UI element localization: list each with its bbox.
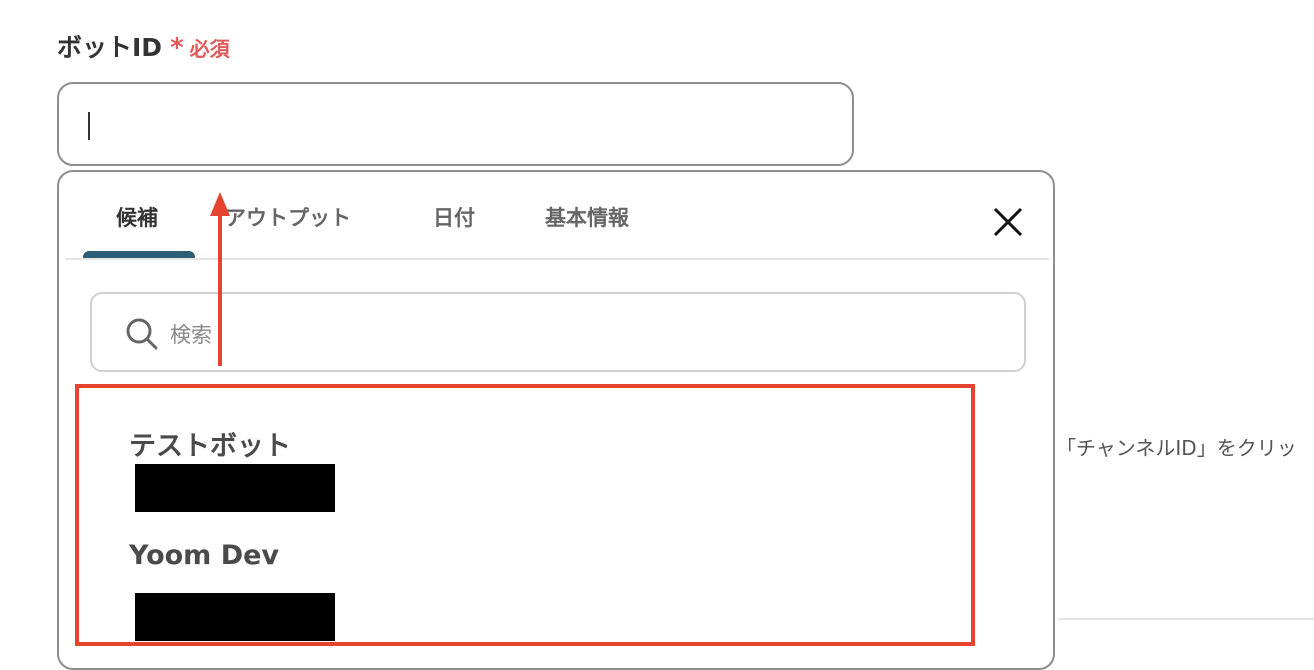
tab-output[interactable]: アウトプット: [225, 202, 351, 232]
tab-basic-info[interactable]: 基本情報: [545, 202, 629, 232]
close-button[interactable]: [991, 205, 1025, 239]
field-label-text: ボットID: [57, 33, 163, 62]
close-icon: [993, 207, 1023, 237]
search-input[interactable]: [168, 314, 772, 356]
text-caret: [88, 112, 90, 140]
annotation-arrow-icon: [210, 192, 230, 366]
search-icon: [126, 318, 158, 350]
required-badge: 必須: [189, 37, 230, 61]
side-divider: [1058, 618, 1314, 620]
active-tab-indicator: [83, 251, 195, 258]
bot-id-field-label: ボットID * 必須: [57, 28, 230, 64]
bot-id-input[interactable]: [57, 82, 854, 166]
tab-candidates[interactable]: 候補: [116, 202, 158, 232]
side-hint-text: 「チャンネルID」をクリッ: [1056, 436, 1297, 460]
tab-date[interactable]: 日付: [433, 202, 475, 232]
annotation-highlight-box: [75, 384, 975, 646]
required-asterisk: *: [170, 33, 184, 63]
